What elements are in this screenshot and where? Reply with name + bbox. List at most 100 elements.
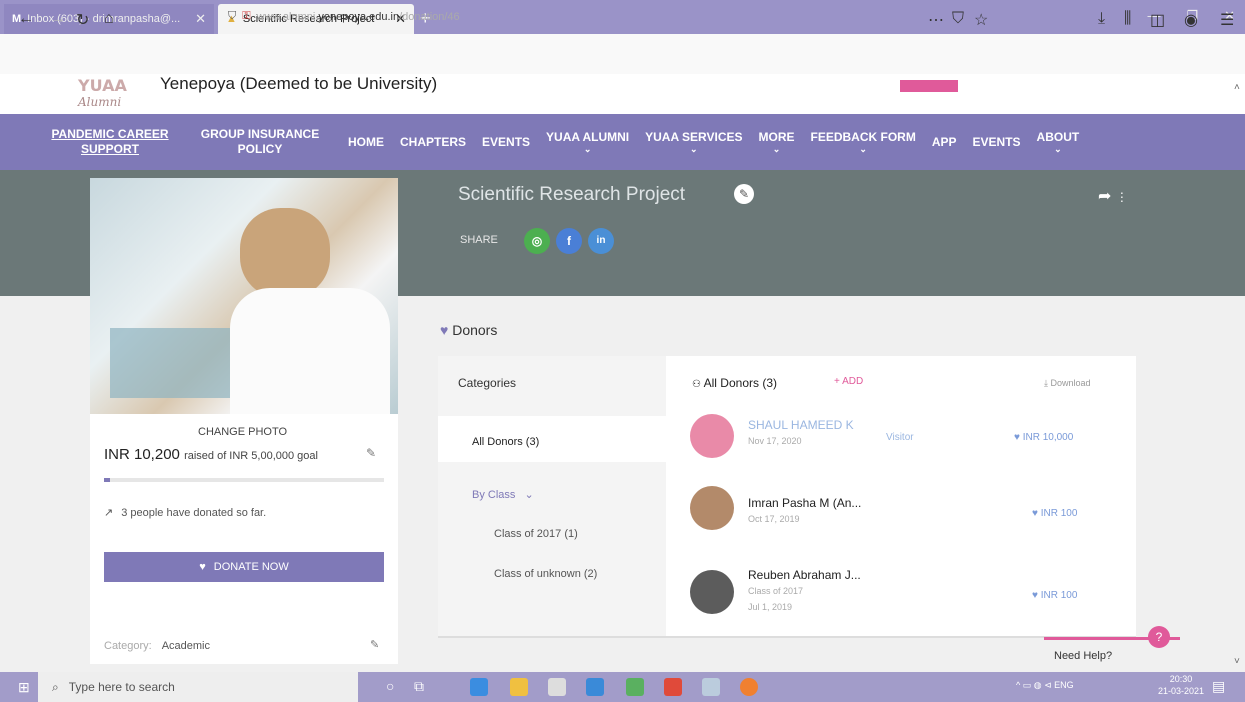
- project-photo: [90, 178, 398, 414]
- share-arrow-icon[interactable]: ➦ ⋮: [1098, 186, 1128, 206]
- donor-date: Jul 1, 2019: [748, 602, 793, 612]
- university-name: Yenepoya (Deemed to be University): [160, 74, 438, 93]
- filter-by-class[interactable]: By Class ⌄: [472, 488, 534, 501]
- scroll-up-icon[interactable]: ˄: [1234, 82, 1240, 93]
- avatar: [690, 414, 734, 458]
- category-value: Academic: [161, 640, 210, 652]
- download-button[interactable]: ⤓ Download: [1044, 378, 1091, 389]
- menu-item-more[interactable]: MORE ⌄: [751, 130, 803, 154]
- office-icon[interactable]: [664, 678, 682, 696]
- system-tray[interactable]: ^ ▭ ◍ ⊲ ENG: [1016, 680, 1074, 691]
- donor-list-title: ⚇ All Donors (3): [692, 376, 777, 390]
- university-logo[interactable]: YUAA Alumni: [78, 76, 158, 114]
- raised-goal-text: raised of INR 5,00,000 goal: [184, 450, 318, 462]
- account-icon[interactable]: ◉: [1184, 10, 1198, 30]
- navigation-bar: [0, 34, 1245, 74]
- menu-item-chapters[interactable]: CHAPTERS: [392, 135, 474, 150]
- page-actions-icon[interactable]: ⋯: [928, 10, 944, 30]
- menu-item-yuaa-alumni[interactable]: YUAA ALUMNI ⌄: [538, 130, 637, 154]
- home-icon[interactable]: ⌂: [104, 10, 114, 28]
- filter-class-unknown[interactable]: Class of unknown (2): [494, 568, 597, 580]
- more-vertical-icon[interactable]: ⋮: [1116, 190, 1128, 204]
- whatsapp-icon[interactable]: ◎: [524, 228, 550, 254]
- download-icon[interactable]: ⤓: [1098, 10, 1105, 28]
- menu-item-feedback-form[interactable]: FEEDBACK FORM ⌄: [803, 130, 924, 154]
- categories-panel: Categories All Donors (3) By Class ⌄ Cla…: [438, 356, 666, 636]
- progress-fill: [104, 478, 110, 482]
- donation-amount: ♥ INR 10,000: [1014, 432, 1074, 443]
- app-l-icon[interactable]: [626, 678, 644, 696]
- pocket-icon[interactable]: ⛉: [952, 10, 964, 28]
- menu-item-group-insurance[interactable]: GROUP INSURANCE POLICY: [180, 127, 340, 157]
- donor-date: Nov 17, 2020: [748, 436, 802, 446]
- photos-icon[interactable]: [702, 678, 720, 696]
- menu-item-pandemic-career-support[interactable]: PANDEMIC CAREER SUPPORT: [40, 127, 180, 157]
- facebook-icon[interactable]: f: [556, 228, 582, 254]
- menu-item-home[interactable]: HOME: [340, 135, 392, 150]
- filter-class-2017[interactable]: Class of 2017 (1): [494, 528, 578, 540]
- chevron-down-icon: ⌄: [690, 144, 698, 154]
- trending-icon: ↗: [104, 507, 114, 519]
- sidebar-icon[interactable]: ◫: [1150, 10, 1165, 30]
- cortana-icon[interactable]: ○: [386, 678, 394, 694]
- hamburger-menu-icon[interactable]: ☰: [1220, 10, 1234, 30]
- menu-item-about[interactable]: ABOUT ⌄: [1029, 130, 1088, 154]
- clock[interactable]: 20:30 21-03-2021: [1158, 673, 1204, 697]
- reload-icon[interactable]: ↻: [76, 10, 89, 30]
- donor-name[interactable]: Reuben Abraham J...: [748, 568, 861, 582]
- windows-start-icon[interactable]: ⊞: [18, 679, 30, 696]
- edit-pencil-icon[interactable]: ✎: [734, 184, 754, 204]
- back-icon[interactable]: ←: [18, 10, 34, 28]
- share-label: SHARE: [460, 234, 498, 246]
- progress-bar: [104, 478, 384, 482]
- task-view-icon[interactable]: ⧉: [414, 678, 424, 695]
- mail-icon[interactable]: [586, 678, 604, 696]
- edit-category-icon[interactable]: ✎: [370, 638, 379, 651]
- donors-heading: ♥ Donors: [440, 322, 498, 338]
- forward-icon[interactable]: →: [50, 10, 66, 28]
- help-button[interactable]: ?: [1148, 626, 1170, 648]
- donate-now-button[interactable]: ♥ DONATE NOW: [104, 552, 384, 582]
- scroll-down-icon[interactable]: ˅: [1234, 656, 1240, 667]
- clock-date: 21-03-2021: [1158, 686, 1205, 696]
- taskbar-search[interactable]: ⌕ Type here to search: [38, 672, 358, 702]
- url-path: /donation/46: [399, 10, 460, 23]
- bookmark-star-icon[interactable]: ☆: [974, 10, 988, 30]
- add-donor-button[interactable]: + ADD: [834, 376, 863, 387]
- menu-item-events[interactable]: EVENTS: [474, 135, 538, 150]
- language-indicator: ENG: [1054, 680, 1074, 690]
- linkedin-icon[interactable]: in: [588, 228, 614, 254]
- register-button[interactable]: [900, 80, 958, 92]
- edit-goal-icon[interactable]: ✎: [366, 446, 376, 460]
- menu-item-app[interactable]: APP: [924, 135, 965, 150]
- close-icon[interactable]: ✕: [195, 11, 206, 27]
- need-help-label[interactable]: Need Help?: [1054, 650, 1112, 662]
- avatar: [690, 486, 734, 530]
- heart-icon: ♥: [1032, 590, 1038, 601]
- donor-name[interactable]: SHAUL HAMEED K: [748, 418, 854, 432]
- avatar: [690, 570, 734, 614]
- firefox-icon[interactable]: [740, 678, 758, 696]
- edge-icon[interactable]: [470, 678, 488, 696]
- project-title: Scientific Research Project: [458, 184, 686, 205]
- menu-item-yuaa-services[interactable]: YUAA SERVICES ⌄: [637, 130, 750, 154]
- chevron-down-icon: ⌄: [583, 144, 592, 154]
- lock-icon: ⚿: [242, 10, 251, 22]
- file-explorer-icon[interactable]: [510, 678, 528, 696]
- chevron-down-icon: ⌄: [772, 144, 781, 154]
- horizontal-scrollbar[interactable]: [438, 636, 1136, 638]
- filter-all-donors[interactable]: All Donors (3): [472, 436, 539, 448]
- notification-icon[interactable]: ▤: [1212, 678, 1225, 695]
- url-prefix: www.alumni.: [256, 10, 319, 23]
- categories-title: Categories: [458, 376, 517, 390]
- url-domain: yenepoya.edu.in: [318, 10, 400, 23]
- menu-item-events-2[interactable]: EVENTS: [965, 135, 1029, 150]
- shield-icon: ⛉: [228, 10, 237, 22]
- donor-name[interactable]: Imran Pasha M (An...: [748, 496, 861, 510]
- user-icon: ⚇: [692, 379, 701, 390]
- url-bar[interactable]: ⛉ ⚿ www.alumni.yenepoya.edu.in/donation/…: [228, 10, 460, 23]
- store-icon[interactable]: [548, 678, 566, 696]
- donation-amount: ♥ INR 100: [1032, 508, 1078, 519]
- library-icon[interactable]: ⫼: [1124, 10, 1131, 28]
- change-photo-link[interactable]: CHANGE PHOTO: [198, 426, 287, 438]
